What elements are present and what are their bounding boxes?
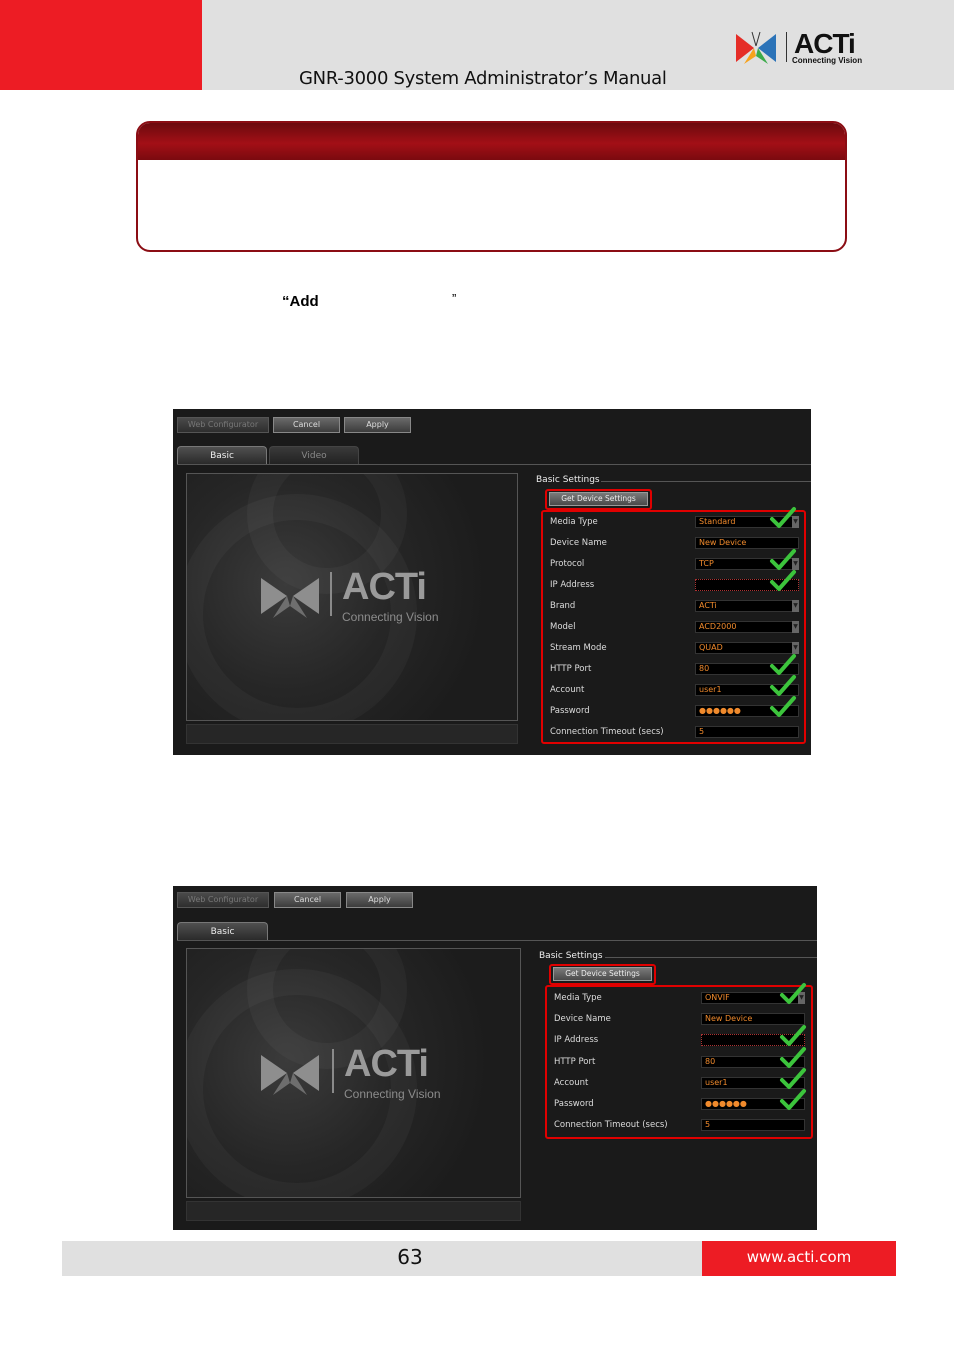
note-box [136, 121, 847, 252]
preview-butterfly-icon [261, 1055, 319, 1095]
preview-logo-tagline: Connecting Vision [342, 610, 439, 624]
web-configurator-button[interactable]: Web Configurator [177, 892, 269, 908]
field-label: HTTP Port [550, 664, 592, 674]
field-label: Protocol [550, 559, 585, 569]
preview-logo-wordmark: ACTi [342, 566, 427, 608]
field-label: Media Type [554, 993, 602, 1003]
device-settings-screenshot-onvif: Web Configurator Cancel Apply Basic ACTi… [173, 886, 817, 1230]
web-configurator-button[interactable]: Web Configurator [177, 417, 269, 433]
field-label: Device Name [550, 538, 607, 548]
manual-title: GNR-3000 System Administrator’s Manual [299, 68, 667, 89]
checkmark-icon [780, 1089, 806, 1110]
field-label: Model [550, 622, 576, 632]
preview-logo-wordmark: ACTi [344, 1043, 429, 1085]
get-device-settings-button[interactable]: Get Device Settings [553, 967, 652, 981]
field-input[interactable]: 5 [701, 1119, 805, 1132]
field-label: Connection Timeout (secs) [550, 727, 664, 737]
preview-logo-tagline: Connecting Vision [344, 1087, 441, 1101]
preview-status-bar [186, 724, 518, 744]
checkmark-icon [770, 507, 796, 528]
field-input[interactable]: ACTi [695, 600, 799, 612]
preview-butterfly-icon [261, 578, 319, 618]
basic-settings-title: Basic Settings [536, 475, 600, 485]
field-label: HTTP Port [554, 1056, 596, 1067]
butterfly-logo-icon [736, 31, 776, 64]
note-box-header [138, 123, 845, 160]
checkmark-icon [780, 983, 806, 1004]
field-input[interactable]: New Device [701, 1013, 805, 1026]
field-label: IP Address [554, 1035, 599, 1046]
field-label: Account [554, 1077, 589, 1088]
field-label: Password [554, 1099, 594, 1109]
apply-button[interactable]: Apply [346, 892, 413, 908]
checkmark-icon [770, 570, 796, 591]
dropdown-arrow-icon[interactable]: ▼ [792, 621, 799, 633]
basic-settings-title: Basic Settings [539, 951, 603, 961]
field-label: IP Address [550, 580, 595, 590]
field-label: Device Name [554, 1014, 611, 1025]
acti-logo: ACTi Connecting Vision [734, 28, 874, 68]
tab-basic[interactable]: Basic [177, 446, 267, 464]
device-settings-screenshot-standard: Web Configurator Cancel Apply Basic Vide… [173, 409, 811, 755]
tab-video[interactable]: Video [269, 446, 359, 464]
cancel-button[interactable]: Cancel [273, 417, 340, 433]
checkmark-icon [770, 696, 796, 717]
field-label: Connection Timeout (secs) [554, 1120, 668, 1131]
field-label: Stream Mode [550, 643, 607, 653]
cancel-button[interactable]: Cancel [274, 892, 341, 908]
field-label: Brand [550, 601, 576, 611]
page-number: 63 [397, 1245, 423, 1269]
header-red-block [0, 0, 202, 90]
field-input[interactable]: 5 [695, 726, 799, 738]
preview-status-bar [186, 1201, 521, 1221]
dropdown-arrow-icon[interactable]: ▼ [792, 600, 799, 612]
logo-tagline: Connecting Vision [792, 56, 863, 65]
closing-quote: ” [452, 291, 457, 306]
field-input[interactable]: ACD2000 [695, 621, 799, 633]
field-label: Media Type [550, 517, 598, 527]
website-link[interactable]: www.acti.com [702, 1248, 896, 1266]
apply-button[interactable]: Apply [344, 417, 411, 433]
video-preview: ACTi Connecting Vision [186, 948, 521, 1198]
add-quote-text: “Add [282, 293, 319, 310]
tab-basic[interactable]: Basic [177, 922, 268, 940]
field-label: Account [550, 685, 585, 695]
video-preview: ACTi Connecting Vision [186, 473, 518, 721]
get-device-settings-button[interactable]: Get Device Settings [549, 492, 648, 506]
field-label: Password [550, 706, 590, 716]
